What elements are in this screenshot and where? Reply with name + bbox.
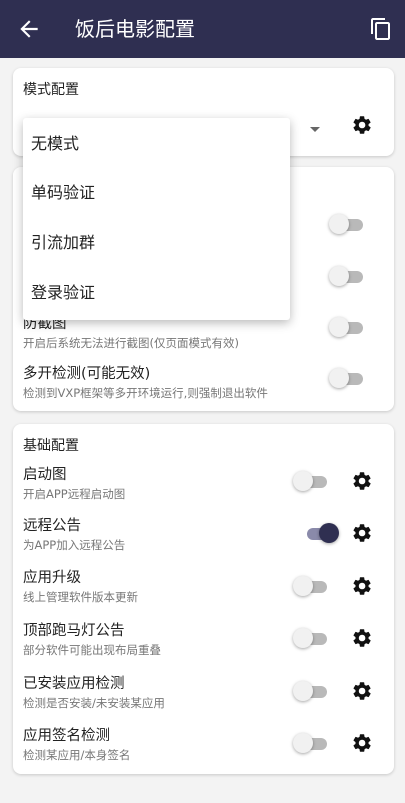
marquee-notice-row: 顶部跑马灯公告 部分软件可能出现布局重叠 xyxy=(13,621,394,667)
anti-screenshot-toggle[interactable] xyxy=(329,316,365,338)
copy-icon[interactable] xyxy=(369,16,393,42)
installed-app-detection-toggle[interactable] xyxy=(293,680,329,702)
dropdown-arrow-icon[interactable] xyxy=(310,127,320,132)
multi-open-detection-desc: 检测到VXP框架等多开环境运行,则强制退出软件 xyxy=(23,386,268,400)
app-upgrade-desc: 线上管理软件版本更新 xyxy=(23,590,138,604)
app-bar: 饭后电影配置 xyxy=(0,0,405,58)
installed-app-detection-label: 已安装应用检测 xyxy=(23,676,125,692)
app-upgrade-label: 应用升级 xyxy=(23,570,81,586)
multi-open-detection-toggle[interactable] xyxy=(329,367,365,389)
app-upgrade-row: 应用升级 线上管理软件版本更新 xyxy=(13,568,394,614)
marquee-notice-desc: 部分软件可能出现布局重叠 xyxy=(23,643,161,657)
installed-app-detection-desc: 检测是否安装/未安装某应用 xyxy=(23,696,165,710)
remote-notice-toggle[interactable] xyxy=(303,522,339,544)
page-title: 饭后电影配置 xyxy=(75,17,195,41)
app-signature-detection-desc: 检测某应用/本身签名 xyxy=(23,748,131,762)
mode-config-title: 模式配置 xyxy=(23,82,79,98)
multi-open-detection-row: 多开检测(可能无效) 检测到VXP框架等多开环境运行,则强制退出软件 xyxy=(13,364,394,410)
app-signature-detection-gear-icon[interactable] xyxy=(351,732,373,754)
multi-open-detection-label: 多开检测(可能无效) xyxy=(23,366,151,382)
marquee-notice-toggle[interactable] xyxy=(293,627,329,649)
splash-image-desc: 开启APP远程启动图 xyxy=(23,487,126,501)
remote-notice-label: 远程公告 xyxy=(23,518,81,534)
app-signature-detection-row: 应用签名检测 检测某应用/本身签名 xyxy=(13,726,394,772)
marquee-notice-label: 顶部跑马灯公告 xyxy=(23,623,125,639)
dropdown-option-login[interactable]: 登录验证 xyxy=(31,282,95,304)
security-toggle-2[interactable] xyxy=(329,265,365,287)
basic-config-card: 基础配置 启动图 开启APP远程启动图 远程公告 为APP加入远程公告 应用升级… xyxy=(13,424,394,774)
anti-screenshot-desc: 开启后系统无法进行截图(仅页面模式有效) xyxy=(23,336,239,350)
app-signature-detection-label: 应用签名检测 xyxy=(23,728,110,744)
splash-image-row: 启动图 开启APP远程启动图 xyxy=(13,465,394,511)
remote-notice-desc: 为APP加入远程公告 xyxy=(23,538,126,552)
security-toggle-1[interactable] xyxy=(329,213,365,235)
dropdown-option-single-code[interactable]: 单码验证 xyxy=(31,182,95,204)
splash-image-toggle[interactable] xyxy=(293,470,329,492)
installed-app-detection-gear-icon[interactable] xyxy=(351,680,373,702)
mode-dropdown-menu: 无模式 单码验证 引流加群 登录验证 xyxy=(23,118,290,320)
remote-notice-row: 远程公告 为APP加入远程公告 xyxy=(13,516,394,562)
marquee-notice-gear-icon[interactable] xyxy=(351,627,373,649)
anti-screenshot-row: 防截图 开启后系统无法进行截图(仅页面模式有效) xyxy=(13,314,394,360)
arrow-back-icon[interactable] xyxy=(16,16,42,42)
app-upgrade-toggle[interactable] xyxy=(293,575,329,597)
app-upgrade-gear-icon[interactable] xyxy=(351,575,373,597)
mode-settings-gear-icon[interactable] xyxy=(351,114,373,136)
remote-notice-gear-icon[interactable] xyxy=(351,522,373,544)
dropdown-option-group-invite[interactable]: 引流加群 xyxy=(31,232,95,254)
app-signature-detection-toggle[interactable] xyxy=(293,732,329,754)
splash-image-label: 启动图 xyxy=(23,467,67,483)
basic-config-title: 基础配置 xyxy=(23,438,79,454)
dropdown-option-none[interactable]: 无模式 xyxy=(31,133,79,155)
splash-image-gear-icon[interactable] xyxy=(351,470,373,492)
installed-app-detection-row: 已安装应用检测 检测是否安装/未安装某应用 xyxy=(13,674,394,720)
